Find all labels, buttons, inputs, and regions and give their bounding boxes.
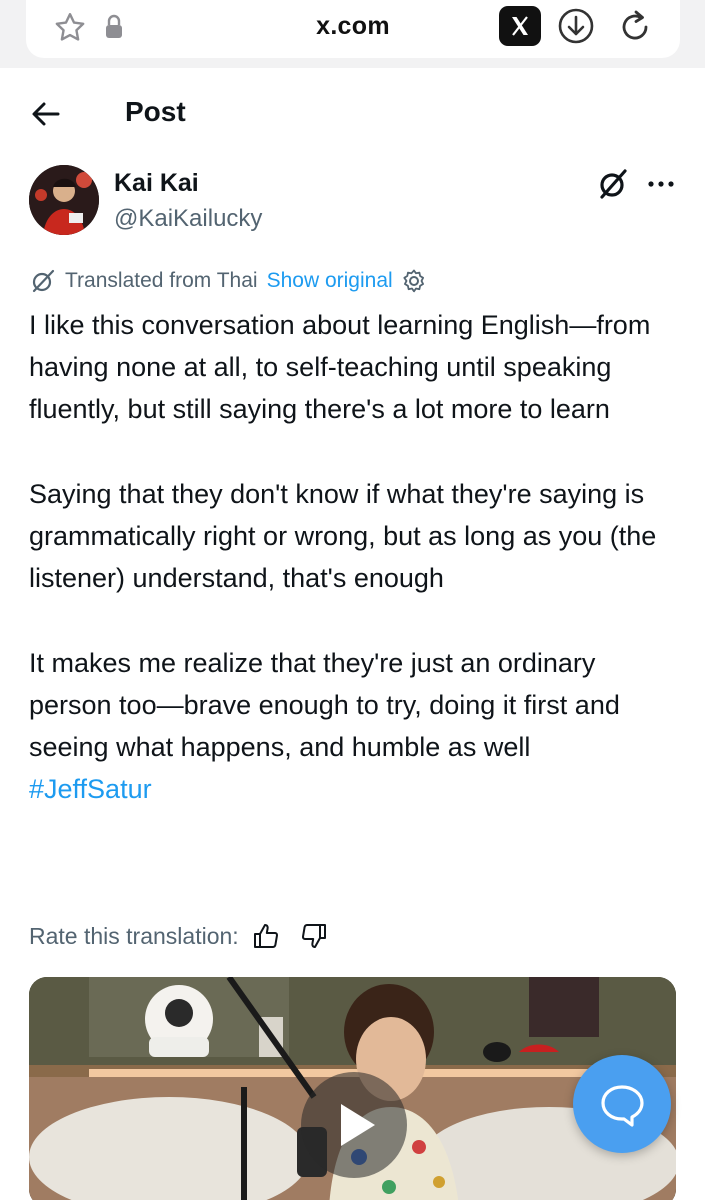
post-text: I like this conversation about learning … xyxy=(29,304,679,810)
browser-toolbar: x.com xyxy=(0,0,705,68)
gear-icon[interactable] xyxy=(401,268,427,294)
thumbs-down-icon[interactable] xyxy=(299,921,329,951)
star-icon[interactable] xyxy=(50,8,90,48)
translated-from-label: Translated from Thai xyxy=(65,269,258,292)
show-original-link[interactable]: Show original xyxy=(267,269,393,293)
post-paragraph: It makes me realize that they're just an… xyxy=(29,647,620,762)
chat-fab-button[interactable] xyxy=(573,1055,671,1153)
play-button[interactable] xyxy=(301,1072,407,1178)
hashtag-link[interactable]: #JeffSatur xyxy=(29,768,679,810)
rate-translation-label: Rate this translation: xyxy=(29,922,239,949)
reload-icon[interactable] xyxy=(614,5,656,47)
arrow-left-icon[interactable] xyxy=(28,96,64,132)
lock-icon xyxy=(102,12,126,42)
avatar[interactable] xyxy=(29,165,99,235)
post-paragraph: I like this conversation about learning … xyxy=(29,310,651,425)
page-title: Post xyxy=(125,96,186,127)
thumbs-up-icon[interactable] xyxy=(251,921,281,951)
more-options-icon[interactable] xyxy=(646,170,676,198)
grok-icon[interactable] xyxy=(596,167,630,201)
download-icon[interactable] xyxy=(556,6,596,46)
translate-icon xyxy=(31,269,55,293)
author-display-name[interactable]: Kai Kai xyxy=(114,169,199,198)
x-logo-icon[interactable] xyxy=(499,6,541,46)
rate-translation: Rate this translation: xyxy=(29,919,329,953)
translation-notice: Translated from Thai Show original xyxy=(31,266,427,296)
post-paragraph: Saying that they don't know if what they… xyxy=(29,478,657,594)
author-handle[interactable]: @KaiKailucky xyxy=(114,205,262,233)
